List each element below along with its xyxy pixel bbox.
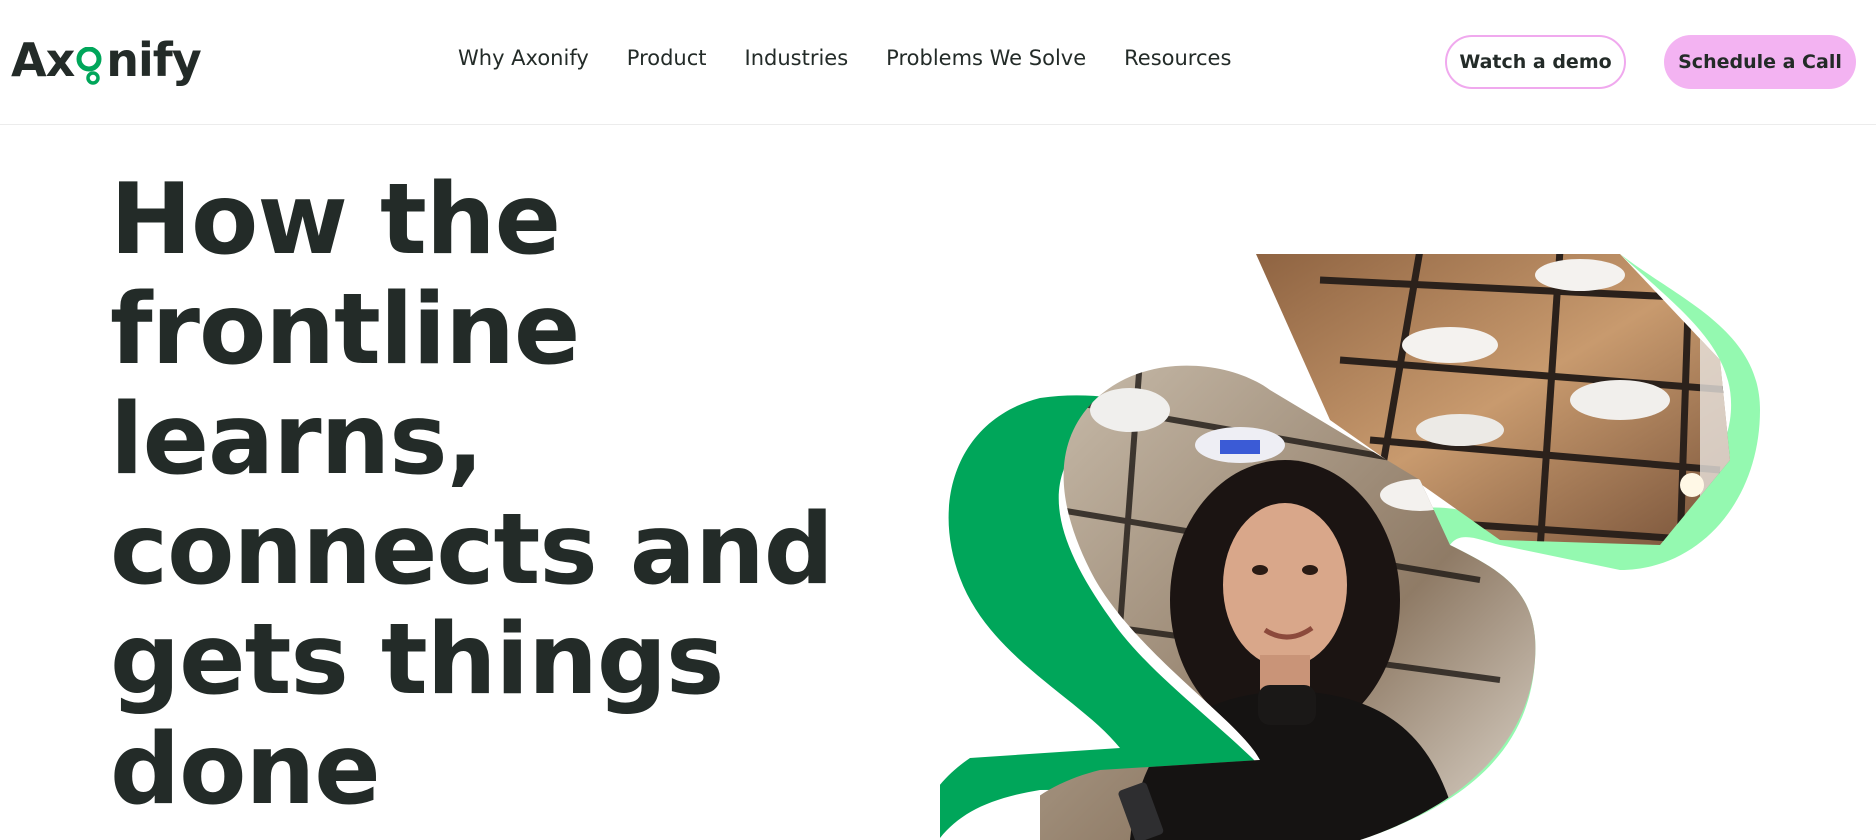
nav-item-industries[interactable]: Industries: [745, 46, 849, 70]
schedule-call-button[interactable]: Schedule a Call: [1664, 35, 1856, 89]
nav-item-resources[interactable]: Resources: [1124, 46, 1231, 70]
nav-item-problems-we-solve[interactable]: Problems We Solve: [886, 46, 1086, 70]
hero-title-line: How the: [110, 163, 561, 277]
hero-photo-illustration: [910, 254, 1760, 840]
hero-title: How the frontline learns, connects and g…: [110, 165, 870, 825]
nav-item-product[interactable]: Product: [627, 46, 707, 70]
logo-o-icon: [75, 37, 105, 85]
hero-title-line: done: [110, 713, 381, 827]
axonify-logo[interactable]: Ax nify: [11, 30, 202, 90]
hero-title-line: frontline: [110, 273, 580, 387]
nav-item-why-axonify[interactable]: Why Axonify: [458, 46, 589, 70]
watch-demo-button[interactable]: Watch a demo: [1445, 35, 1626, 89]
hero-title-line: learns,: [110, 383, 484, 497]
hero-title-line: gets things: [110, 603, 724, 717]
logo-text-start: Ax: [11, 33, 75, 87]
site-header: Ax nify Why Axonify Product Industries P…: [0, 0, 1876, 125]
hero-title-line: connects and: [110, 493, 834, 607]
main-nav: Why Axonify Product Industries Problems …: [458, 46, 1231, 70]
logo-text-end: nify: [106, 33, 202, 87]
hero-image: [910, 240, 1876, 840]
